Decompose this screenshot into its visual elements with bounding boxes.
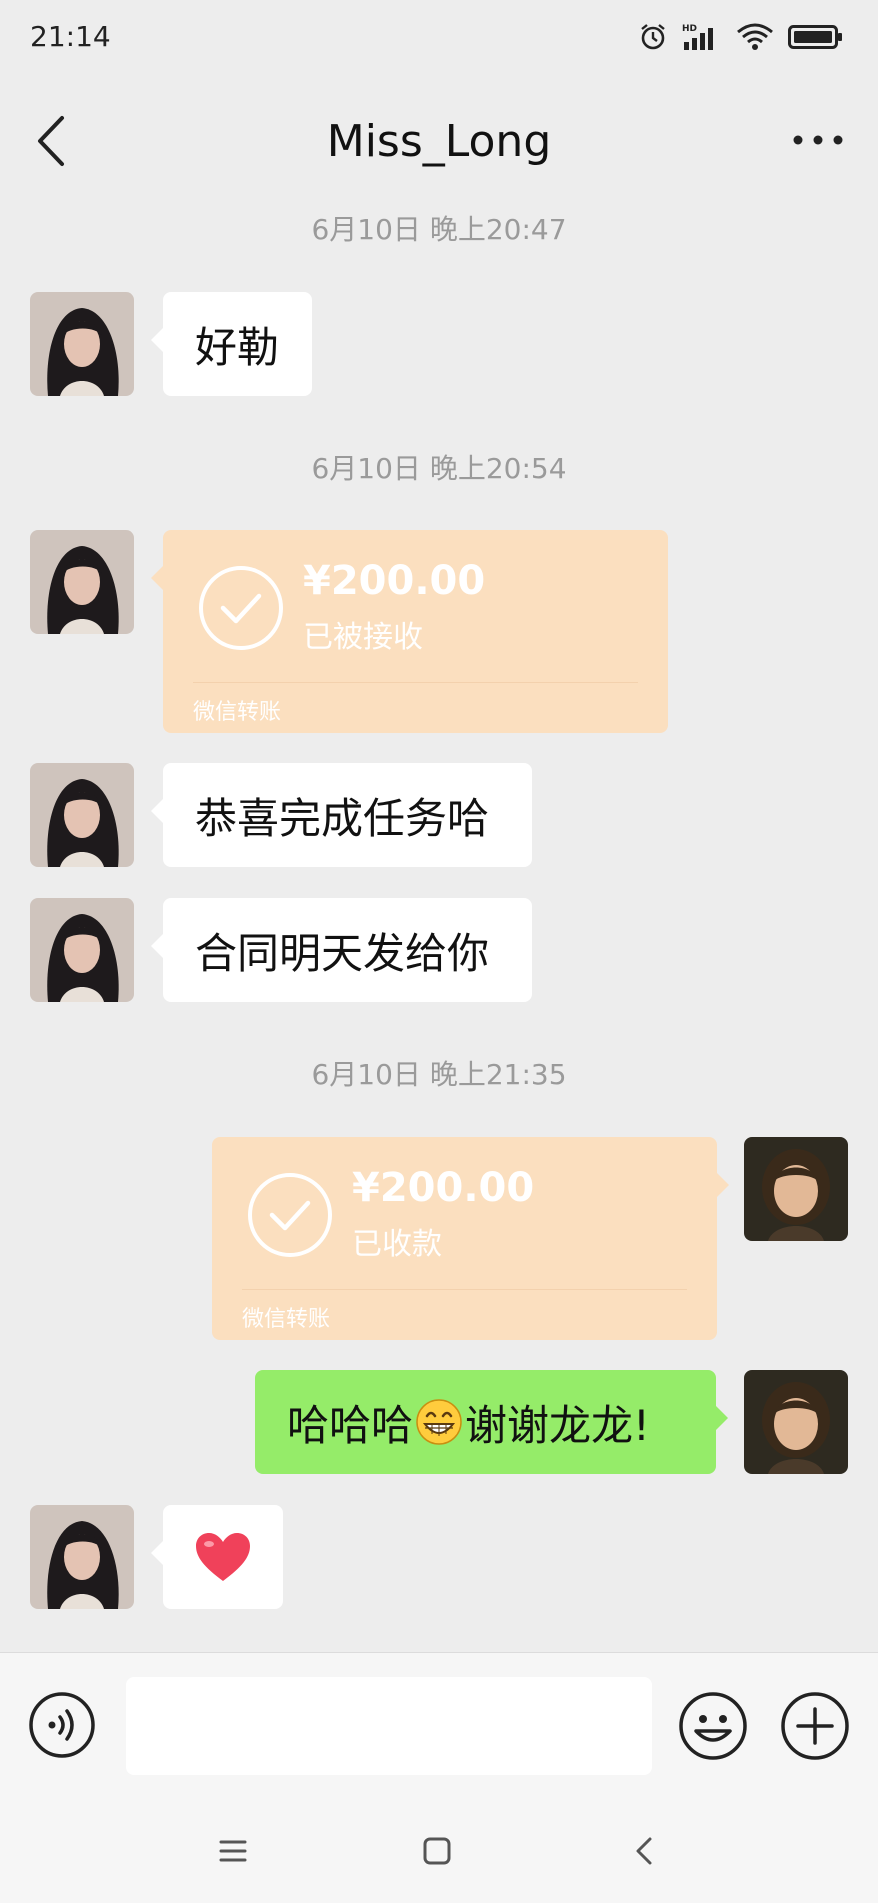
transfer-amount: ¥200.00: [352, 1165, 535, 1211]
page-title: Miss_Long: [326, 116, 552, 167]
divider: [242, 1289, 687, 1290]
transfer-footer: 微信转账: [193, 700, 282, 725]
my-avatar[interactable]: [744, 1370, 848, 1474]
message-text: 好勒: [195, 322, 280, 372]
input-bar: [0, 1652, 878, 1798]
battery-icon: [788, 25, 842, 49]
message-input[interactable]: [126, 1677, 652, 1775]
voice-button[interactable]: [28, 1691, 96, 1759]
contact-avatar[interactable]: [30, 1505, 134, 1609]
chat-header: Miss_Long: [0, 80, 878, 202]
message-text: 恭喜完成任务哈: [195, 793, 490, 843]
home-icon: [423, 1837, 451, 1865]
transfer-footer: 微信转账: [242, 1307, 331, 1332]
message-text: 哈哈哈: [287, 1400, 414, 1450]
status-time: 21:14: [30, 20, 111, 53]
plus-icon: [781, 1692, 849, 1760]
wifi-icon: [737, 23, 773, 50]
message-text: 谢谢龙龙!: [465, 1400, 650, 1450]
emoji-icon: [679, 1692, 747, 1760]
more-button[interactable]: [788, 128, 848, 152]
contact-avatar[interactable]: [30, 763, 134, 867]
status-icons: HD: [638, 22, 844, 52]
menu-icon: [219, 1840, 247, 1862]
message-bubble[interactable]: 合同明天发给你: [151, 898, 532, 1002]
message-bubble[interactable]: 好勒: [151, 292, 312, 396]
more-dots-icon: [793, 135, 843, 145]
contact-avatar[interactable]: [30, 292, 134, 396]
check-circle-icon: [248, 1173, 332, 1257]
transfer-card[interactable]: ¥200.00 已被接收 微信转账: [151, 530, 668, 733]
menu-button[interactable]: [213, 1831, 253, 1871]
check-circle-icon: [199, 566, 283, 650]
my-avatar[interactable]: [744, 1137, 848, 1241]
grinning-emoji: [416, 1399, 462, 1445]
contact-avatar[interactable]: [30, 530, 134, 634]
divider: [193, 682, 638, 683]
transfer-card[interactable]: ¥200.00 已收款 微信转账: [212, 1137, 729, 1340]
transfer-status: 已被接收: [303, 620, 423, 655]
voice-icon: [29, 1692, 95, 1758]
message-text: 合同明天发给你: [195, 928, 490, 978]
message-bubble[interactable]: 哈哈哈 谢谢龙龙!: [255, 1370, 728, 1474]
heart-emoji: [196, 1533, 250, 1581]
emoji-button[interactable]: [678, 1691, 748, 1761]
timestamp: 6月10日 晚上20:47: [311, 213, 567, 246]
contact-avatar[interactable]: [30, 898, 134, 1002]
plus-button[interactable]: [780, 1691, 850, 1761]
home-button[interactable]: [417, 1831, 457, 1871]
back-nav-icon: [636, 1837, 652, 1865]
timestamp: 6月10日 晚上20:54: [311, 452, 567, 485]
svg-text:HD: HD: [682, 24, 697, 34]
transfer-status: 已收款: [352, 1227, 442, 1262]
status-bar: 21:14 HD: [0, 0, 878, 80]
hd-signal-icon: HD: [682, 24, 713, 50]
transfer-amount: ¥200.00: [303, 558, 486, 604]
message-bubble[interactable]: 恭喜完成任务哈: [151, 763, 532, 867]
back-nav-button[interactable]: [624, 1831, 664, 1871]
message-bubble[interactable]: [151, 1505, 283, 1609]
timestamp: 6月10日 晚上21:35: [311, 1058, 567, 1091]
chat-screen: 21:14 HD Miss_Long 6月10日 晚上20:47 好勒 6月10…: [0, 0, 878, 1903]
system-nav-bar: [0, 1797, 878, 1903]
alarm-icon: [641, 24, 665, 50]
